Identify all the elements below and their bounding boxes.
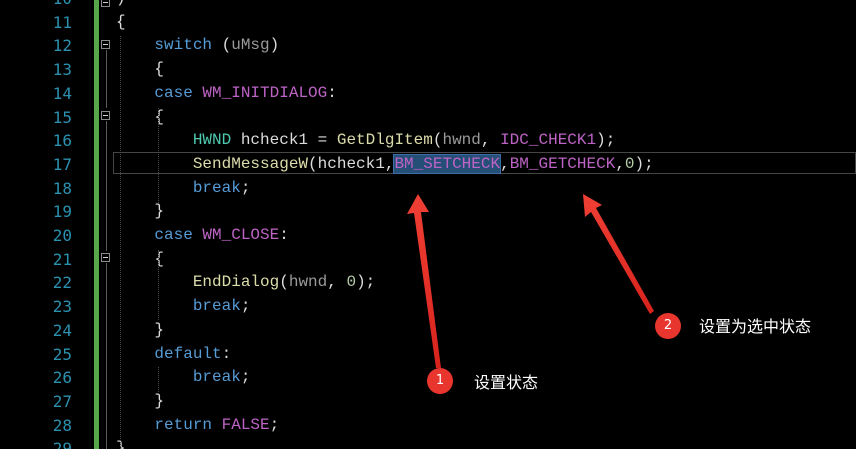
arrow-1 — [407, 194, 441, 368]
annotation-label-2: 设置为选中状态 — [699, 317, 812, 336]
annotation-badge-2: 2 — [655, 313, 681, 339]
annotation-label-1: 设置状态 — [474, 373, 539, 392]
arrow-2 — [583, 194, 654, 314]
annotation-badge-1: 1 — [427, 368, 453, 394]
